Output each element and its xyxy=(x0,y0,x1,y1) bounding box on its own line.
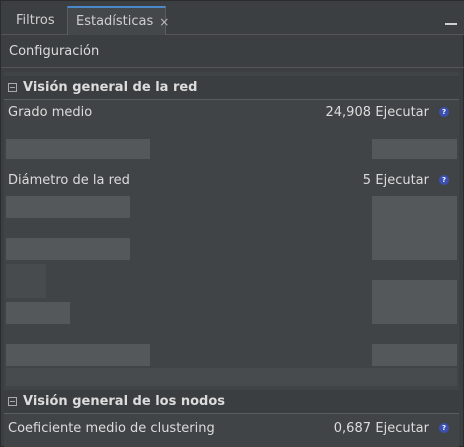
section-header-network[interactable]: Visión general de la red xyxy=(4,76,459,100)
help-icon[interactable]: ? xyxy=(439,423,449,433)
section-header-nodes[interactable]: Visión general de los nodos xyxy=(4,390,459,414)
run-button[interactable]: Ejecutar xyxy=(375,173,429,188)
section-title-network: Visión general de la red xyxy=(23,80,198,95)
toolbar: Configuración xyxy=(1,35,464,68)
blurred-row xyxy=(6,344,150,366)
tab-estadisticas[interactable]: Estadísticas × xyxy=(67,6,169,35)
stat-label: Diámetro de la red xyxy=(8,172,130,188)
blurred-row xyxy=(6,196,130,218)
blurred-row xyxy=(372,139,457,159)
blurred-row xyxy=(372,280,457,324)
stat-value: 5 xyxy=(362,172,371,188)
tab-bar: Filtros Estadísticas × xyxy=(1,1,464,35)
blurred-row xyxy=(6,238,130,260)
help-icon[interactable]: ? xyxy=(439,175,449,185)
blurred-row xyxy=(6,368,457,386)
blurred-row xyxy=(6,264,46,298)
tab-filtros-label: Filtros xyxy=(16,13,55,28)
collapse-icon[interactable] xyxy=(8,83,17,92)
stat-row-clustering-coefficient: Coeficiente medio de clustering 0,687 Ej… xyxy=(4,417,459,439)
run-button[interactable]: Ejecutar xyxy=(375,421,429,436)
stat-label: Grado medio xyxy=(8,104,93,120)
stat-label: Coeficiente medio de clustering xyxy=(8,420,215,436)
statistics-panel: Filtros Estadísticas × Configuración Vis… xyxy=(0,0,464,447)
stat-row-network-diameter: Diámetro de la red 5 Ejecutar ? xyxy=(4,169,459,191)
minimize-icon[interactable] xyxy=(445,11,457,25)
stat-value: 0,687 xyxy=(333,420,371,436)
stat-row-average-degree: Grado medio 24,908 Ejecutar ? xyxy=(4,101,459,123)
stat-value: 24,908 xyxy=(325,104,372,120)
tab-estadisticas-label: Estadísticas xyxy=(76,14,154,29)
configuration-button[interactable]: Configuración xyxy=(9,44,99,59)
tab-filtros[interactable]: Filtros xyxy=(6,6,65,35)
blurred-row xyxy=(372,344,457,366)
stats-content: Visión general de la red Grado medio 24,… xyxy=(4,72,459,447)
blurred-row xyxy=(372,196,457,260)
run-button[interactable]: Ejecutar xyxy=(375,105,429,120)
help-icon[interactable]: ? xyxy=(439,107,449,117)
blurred-row xyxy=(6,302,70,324)
section-title-nodes: Visión general de los nodos xyxy=(23,394,226,409)
close-icon[interactable]: × xyxy=(159,15,169,29)
collapse-icon[interactable] xyxy=(8,397,17,406)
blurred-row xyxy=(6,139,150,159)
